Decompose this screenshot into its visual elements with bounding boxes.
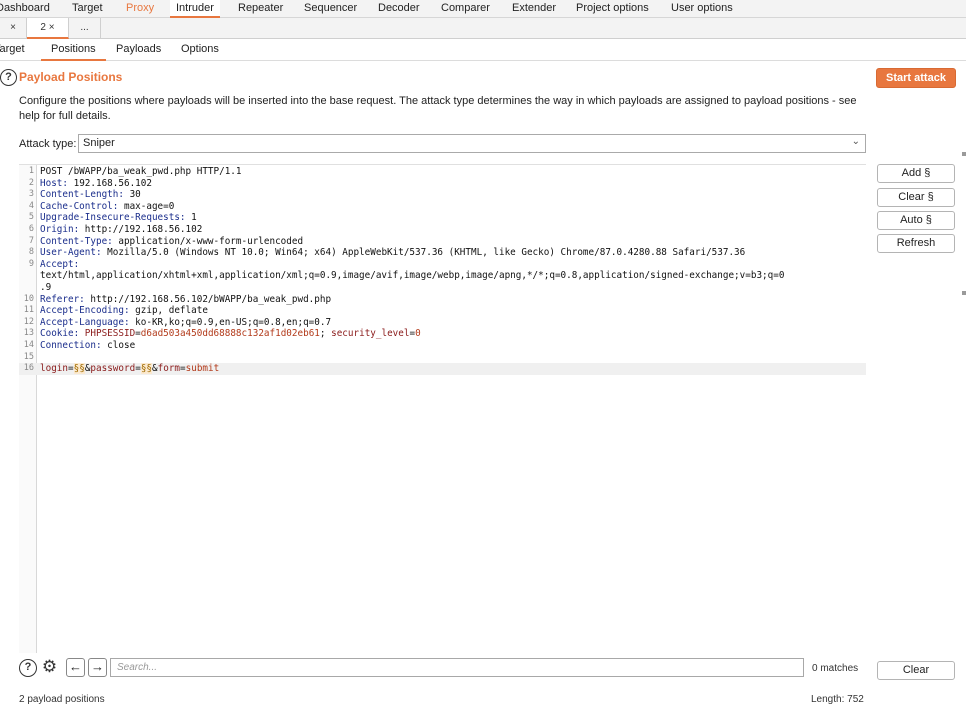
tab-options[interactable]: Options xyxy=(181,43,219,55)
request-length: Length: 752 xyxy=(811,694,864,705)
request-line: 2 Host: 192.168.56.102 xyxy=(28,177,152,189)
attack-tab-2[interactable]: 2 × xyxy=(27,18,69,39)
menu-sequencer[interactable]: Sequencer xyxy=(304,2,357,14)
menu-proxy[interactable]: Proxy xyxy=(126,2,154,14)
positions-description: Configure the positions where payloads w… xyxy=(19,95,857,122)
new-tab-button[interactable]: ... xyxy=(69,18,101,39)
gear-icon[interactable]: ⚙ xyxy=(40,658,59,677)
attack-type-value: Sniper xyxy=(83,137,115,149)
request-line: 11 Accept-Encoding: gzip, deflate xyxy=(23,305,208,317)
request-line: 15 xyxy=(23,351,34,362)
clear-markers-button[interactable]: Clear § xyxy=(877,188,955,207)
intruder-tabs: Target Positions Payloads Options xyxy=(0,39,966,61)
attack-type-select[interactable]: Sniper ⌄ xyxy=(78,134,866,153)
tab-payloads[interactable]: Payloads xyxy=(116,43,161,55)
request-line: 7 Content-Type: application/x-www-form-ur… xyxy=(28,235,304,247)
clear-search-button[interactable]: Clear xyxy=(877,661,955,680)
menu-decoder[interactable]: Decoder xyxy=(378,2,420,14)
help-icon[interactable]: ? xyxy=(0,69,17,86)
request-line: 3 Content-Length: 30 xyxy=(28,189,141,201)
menu-dashboard[interactable]: Dashboard xyxy=(0,2,50,14)
request-line: 14 Connection: close xyxy=(23,340,136,351)
request-line: text/html,application/xhtml+xml,applicat… xyxy=(40,270,785,282)
menu-user-options[interactable]: User options xyxy=(671,2,733,14)
request-line: 6 Origin: http://192.168.56.102 xyxy=(28,224,203,235)
payload-positions-count: 2 payload positions xyxy=(19,694,105,705)
menu-project-options[interactable]: Project options xyxy=(576,2,649,14)
menu-target[interactable]: Target xyxy=(72,2,103,14)
search-input[interactable]: Search... xyxy=(110,658,804,677)
refresh-button[interactable]: Refresh xyxy=(877,234,955,253)
attack-tab-1[interactable]: × xyxy=(0,18,27,39)
request-line: .9 xyxy=(40,282,52,293)
window-edge-mark xyxy=(962,291,966,295)
start-attack-button[interactable]: Start attack xyxy=(876,68,956,88)
request-line: 9 Accept: xyxy=(28,258,80,270)
tab-target[interactable]: Target xyxy=(0,43,25,55)
request-line: 8 User-Agent: Mozilla/5.0 (Windows NT 10.… xyxy=(28,247,746,259)
top-menu-bar: Dashboard Target Proxy Intruder Repeater… xyxy=(0,0,966,18)
request-editor[interactable]: 1 POST /bWAPP/ba_weak_pwd.php HTTP/1.1 2H… xyxy=(19,164,866,653)
tab-positions[interactable]: Positions xyxy=(41,39,106,61)
request-line: 10 Referer: http://192.168.56.102/bWAPP/b… xyxy=(23,293,332,305)
menu-comparer[interactable]: Comparer xyxy=(441,2,490,14)
add-marker-button[interactable]: Add § xyxy=(877,164,955,183)
request-line: 5 Upgrade-Insecure-Requests: 1 xyxy=(28,212,197,224)
cookie-line: 13 Cookie: PHPSESSID=d6ad503a450dd68888c1… xyxy=(23,328,421,340)
attack-tab-strip: × 2 × ... xyxy=(0,18,966,39)
page-title: Payload Positions xyxy=(19,70,123,84)
window-edge-mark xyxy=(962,152,966,156)
request-body-line: 16 login=§§&password=§§&form=submit xyxy=(19,363,866,375)
arrow-left-icon[interactable]: ← xyxy=(66,658,85,677)
match-count: 0 matches xyxy=(812,663,859,674)
auto-markers-button[interactable]: Auto § xyxy=(877,211,955,230)
menu-repeater[interactable]: Repeater xyxy=(238,2,283,14)
menu-intruder[interactable]: Intruder xyxy=(170,0,220,18)
menu-extender[interactable]: Extender xyxy=(512,2,556,14)
chevron-down-icon: ⌄ xyxy=(851,136,860,147)
request-line: 1 POST /bWAPP/ba_weak_pwd.php HTTP/1.1 xyxy=(28,166,242,177)
search-help-icon[interactable]: ? xyxy=(19,659,37,677)
arrow-right-icon[interactable]: → xyxy=(88,658,107,677)
attack-type-label: Attack type: xyxy=(19,138,77,150)
request-line: 4 Cache-Control: max-age=0 xyxy=(28,200,175,212)
payload-marker[interactable]: §§ xyxy=(140,363,153,375)
payload-marker[interactable]: §§ xyxy=(73,363,85,375)
request-line: 12 Accept-Language: ko-KR,ko;q=0.9,en-US;… xyxy=(23,316,332,328)
